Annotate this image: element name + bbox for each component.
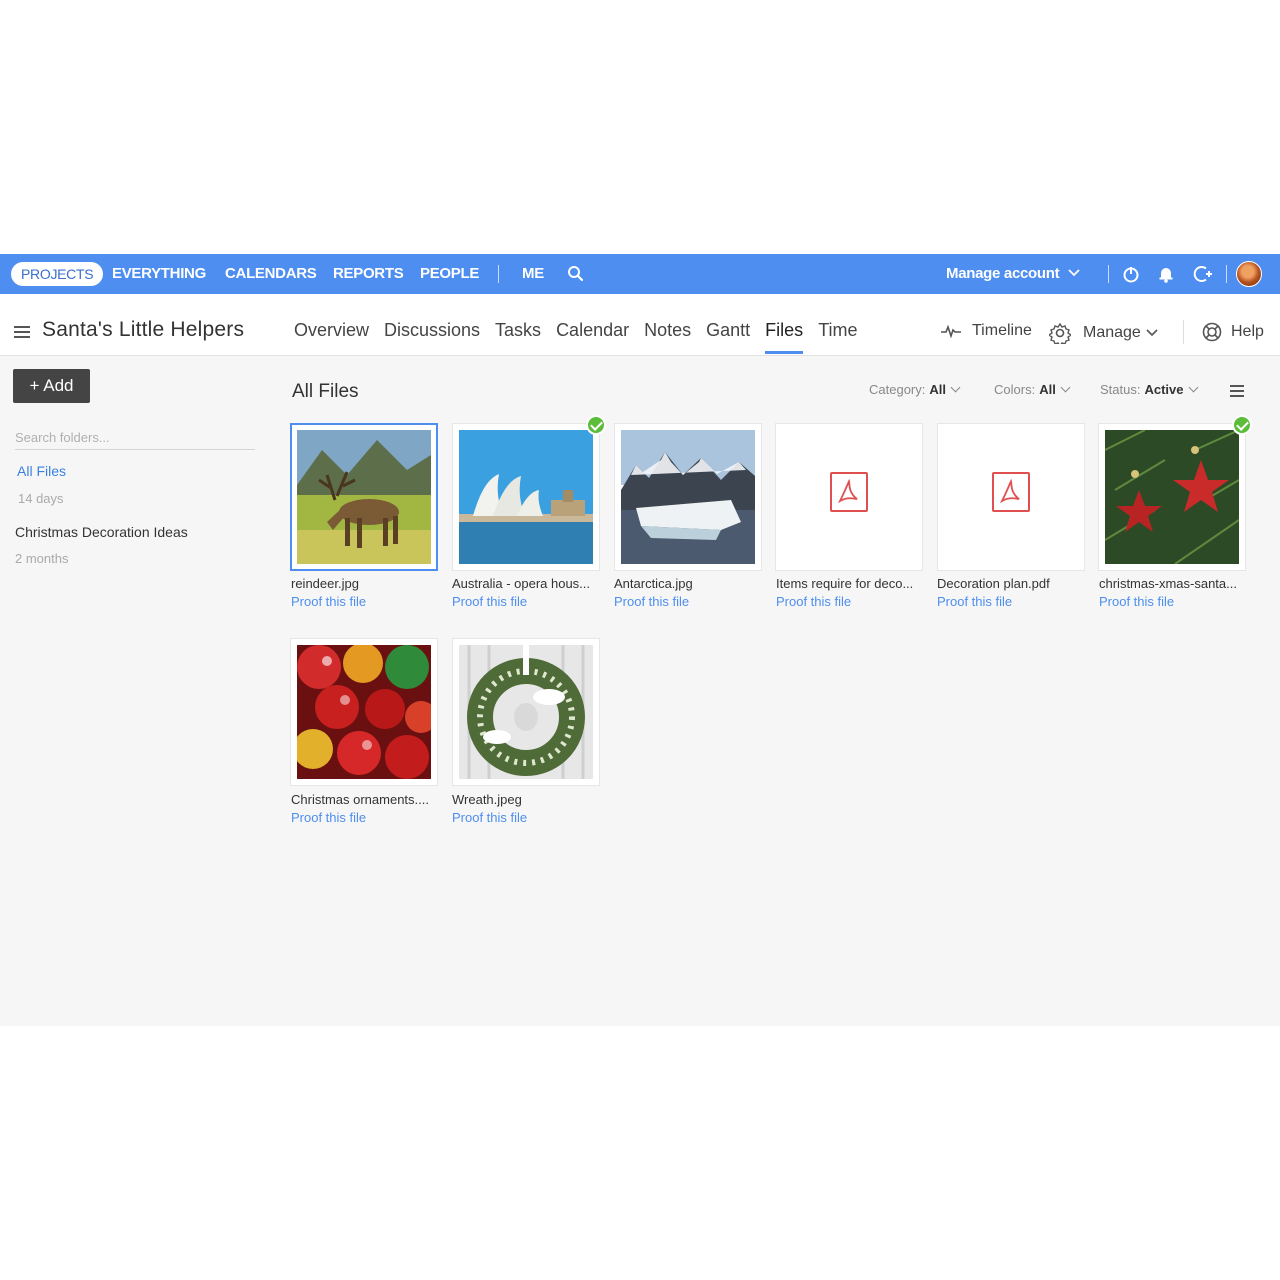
filter-category[interactable]: Category: All [869, 382, 961, 397]
chevron-down-icon [1060, 382, 1071, 393]
nav-divider [498, 265, 499, 283]
nav-everything[interactable]: EVERYTHING [112, 265, 206, 282]
tab-notes[interactable]: Notes [644, 320, 691, 341]
help-label: Help [1231, 323, 1264, 340]
chevron-down-icon [950, 382, 961, 393]
pdf-icon [830, 472, 868, 512]
header-divider [1183, 320, 1184, 344]
filter-status[interactable]: Status: Active [1100, 382, 1198, 397]
file-name: Items require for deco... [776, 576, 914, 591]
tab-time[interactable]: Time [818, 320, 857, 341]
nav-divider [1108, 265, 1109, 283]
proof-file-link[interactable]: Proof this file [614, 594, 689, 609]
project-tabs: Overview Discussions Tasks Calendar Note… [294, 320, 873, 354]
timeline-label: Timeline [972, 322, 1032, 339]
manage-label: Manage [1083, 324, 1141, 341]
tab-gantt[interactable]: Gantt [706, 320, 750, 341]
chevron-down-icon [1068, 269, 1080, 277]
filter-value: All [929, 382, 946, 397]
proof-file-link[interactable]: Proof this file [452, 594, 527, 609]
antarctica-thumbnail [621, 430, 755, 564]
proof-file-link[interactable]: Proof this file [937, 594, 1012, 609]
bell-icon[interactable] [1156, 264, 1176, 284]
nav-reports[interactable]: REPORTS [333, 265, 404, 282]
tab-files[interactable]: Files [765, 320, 804, 354]
timeline-button[interactable]: Timeline [940, 322, 1032, 340]
nav-calendars[interactable]: CALENDARS [225, 265, 317, 282]
app-window: PROJECTS EVERYTHING CALENDARS REPORTS PE… [0, 254, 1280, 1026]
nav-divider [1226, 265, 1227, 283]
proof-file-link[interactable]: Proof this file [291, 594, 366, 609]
file-card-wreath[interactable] [452, 638, 600, 786]
folder-meta: 2 months [15, 551, 69, 566]
ornaments-thumbnail [297, 645, 431, 779]
menu-icon[interactable] [14, 326, 30, 338]
search-icon[interactable] [566, 264, 586, 284]
file-name: Wreath.jpeg [452, 792, 522, 807]
file-card-antarctica[interactable] [614, 423, 762, 571]
filter-label: Category: [869, 382, 926, 397]
add-circle-icon[interactable] [1193, 264, 1213, 284]
opera-house-thumbnail [459, 430, 593, 564]
approved-check-icon [586, 415, 606, 435]
list-view-icon[interactable] [1230, 385, 1244, 397]
timer-icon[interactable] [1121, 264, 1141, 284]
file-name: reindeer.jpg [291, 576, 359, 591]
pulse-icon [941, 324, 961, 339]
file-card-items-require[interactable] [775, 423, 923, 571]
chevron-down-icon [1188, 382, 1198, 393]
filter-value: Active [1144, 382, 1184, 397]
proof-file-link[interactable]: Proof this file [1099, 594, 1174, 609]
add-button[interactable]: + Add [13, 369, 90, 403]
proof-file-link[interactable]: Proof this file [776, 594, 851, 609]
nav-me[interactable]: ME [522, 265, 544, 282]
help-button[interactable]: Help [1202, 322, 1264, 342]
project-header: Santa's Little Helpers Overview Discussi… [0, 294, 1280, 356]
folder-christmas-decoration-ideas[interactable]: Christmas Decoration Ideas [15, 524, 188, 540]
folder-meta: 14 days [18, 491, 64, 506]
tab-calendar[interactable]: Calendar [556, 320, 629, 341]
file-card-decoration-plan[interactable] [937, 423, 1085, 571]
user-avatar[interactable] [1236, 261, 1262, 287]
folder-all-files[interactable]: All Files [17, 463, 66, 479]
filter-label: Status: [1100, 382, 1141, 397]
file-card-christmas-ornaments[interactable] [290, 638, 438, 786]
tab-overview[interactable]: Overview [294, 320, 369, 341]
manage-menu[interactable]: Manage [1049, 322, 1159, 344]
file-name: Australia - opera hous... [452, 576, 591, 591]
wreath-thumbnail [459, 645, 593, 779]
tab-tasks[interactable]: Tasks [495, 320, 541, 341]
file-card-australia[interactable] [452, 423, 600, 571]
filter-colors[interactable]: Colors: All [994, 382, 1071, 397]
file-card-reindeer[interactable] [290, 423, 438, 571]
file-name: christmas-xmas-santa... [1099, 576, 1237, 591]
gear-icon [1049, 322, 1071, 344]
file-card-christmas-xmas-santa[interactable] [1098, 423, 1246, 571]
pdf-icon [992, 472, 1030, 512]
proof-file-link[interactable]: Proof this file [291, 810, 366, 825]
filter-label: Colors: [994, 382, 1036, 397]
search-folders-input[interactable] [15, 426, 255, 450]
manage-account-label: Manage account [946, 265, 1060, 282]
file-name: Christmas ornaments.... [291, 792, 429, 807]
nav-projects[interactable]: PROJECTS [11, 262, 104, 286]
page-title: All Files [292, 381, 359, 402]
proof-file-link[interactable]: Proof this file [452, 810, 527, 825]
filter-value: All [1039, 382, 1056, 397]
top-navigation: PROJECTS EVERYTHING CALENDARS REPORTS PE… [0, 254, 1280, 294]
project-title: Santa's Little Helpers [42, 318, 245, 341]
tab-discussions[interactable]: Discussions [384, 320, 480, 341]
chevron-down-icon [1146, 329, 1158, 337]
stars-thumbnail [1105, 430, 1239, 564]
approved-check-icon [1232, 415, 1252, 435]
file-name: Antarctica.jpg [614, 576, 693, 591]
reindeer-thumbnail [297, 430, 431, 564]
lifebuoy-icon [1202, 322, 1222, 342]
manage-account-menu[interactable]: Manage account [946, 265, 1081, 282]
file-name: Decoration plan.pdf [937, 576, 1050, 591]
nav-people[interactable]: PEOPLE [420, 265, 479, 282]
